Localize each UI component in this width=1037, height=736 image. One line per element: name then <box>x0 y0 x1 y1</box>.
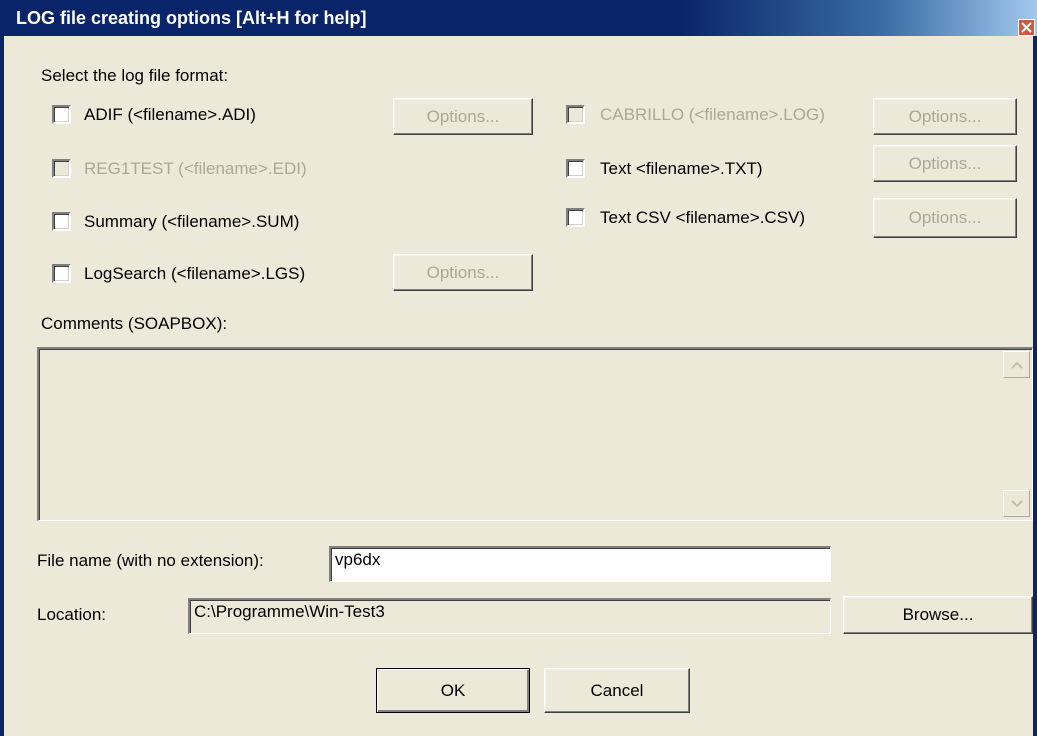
close-button[interactable] <box>1018 19 1035 36</box>
cabrillo-options-button[interactable]: Options... <box>873 98 1017 135</box>
adif-options-button[interactable]: Options... <box>393 98 533 135</box>
text-csv-options-button[interactable]: Options... <box>873 198 1017 238</box>
reg1test-label: REG1TEST (<filename>.EDI) <box>84 159 307 178</box>
summary-checkbox[interactable] <box>52 212 71 231</box>
window-title: LOG file creating options [Alt+H for hel… <box>16 8 367 28</box>
logsearch-checkbox[interactable] <box>52 264 71 283</box>
comments-textarea[interactable] <box>37 347 1033 521</box>
close-icon <box>1021 22 1032 33</box>
comments-label: Comments (SOAPBOX): <box>41 314 228 333</box>
text-txt-options-button[interactable]: Options... <box>873 145 1017 182</box>
cabrillo-label: CABRILLO (<filename>.LOG) <box>600 105 825 124</box>
filename-label: File name (with no extension): <box>37 551 264 570</box>
scroll-up-button[interactable] <box>1003 351 1030 378</box>
text-txt-label: Text <filename>.TXT) <box>600 159 763 178</box>
filename-input[interactable]: vp6dx <box>329 546 831 582</box>
summary-label: Summary (<filename>.SUM) <box>84 212 300 231</box>
chevron-up-icon <box>1010 361 1023 369</box>
cancel-button[interactable]: Cancel <box>544 668 690 713</box>
title-bar[interactable]: LOG file creating options [Alt+H for hel… <box>4 0 1037 36</box>
logsearch-label: LogSearch (<filename>.LGS) <box>84 264 306 283</box>
logsearch-options-button[interactable]: Options... <box>393 254 533 291</box>
ok-button[interactable]: OK <box>376 668 530 713</box>
adif-label: ADIF (<filename>.ADI) <box>84 105 256 124</box>
log-options-dialog: LOG file creating options [Alt+H for hel… <box>0 0 1037 736</box>
cabrillo-checkbox[interactable] <box>566 105 585 124</box>
scroll-down-button[interactable] <box>1003 490 1030 517</box>
chevron-down-icon <box>1010 499 1023 507</box>
reg1test-checkbox[interactable] <box>52 159 71 178</box>
adif-checkbox[interactable] <box>52 105 71 124</box>
text-csv-label: Text CSV <filename>.CSV) <box>600 208 806 227</box>
text-txt-checkbox[interactable] <box>566 159 585 178</box>
location-field: C:\Programme\Win-Test3 <box>188 598 831 634</box>
location-label: Location: <box>37 605 106 624</box>
format-section-label: Select the log file format: <box>41 66 229 85</box>
text-csv-checkbox[interactable] <box>566 208 585 227</box>
comments-scrollbar[interactable] <box>1003 351 1030 517</box>
browse-button[interactable]: Browse... <box>843 596 1033 634</box>
